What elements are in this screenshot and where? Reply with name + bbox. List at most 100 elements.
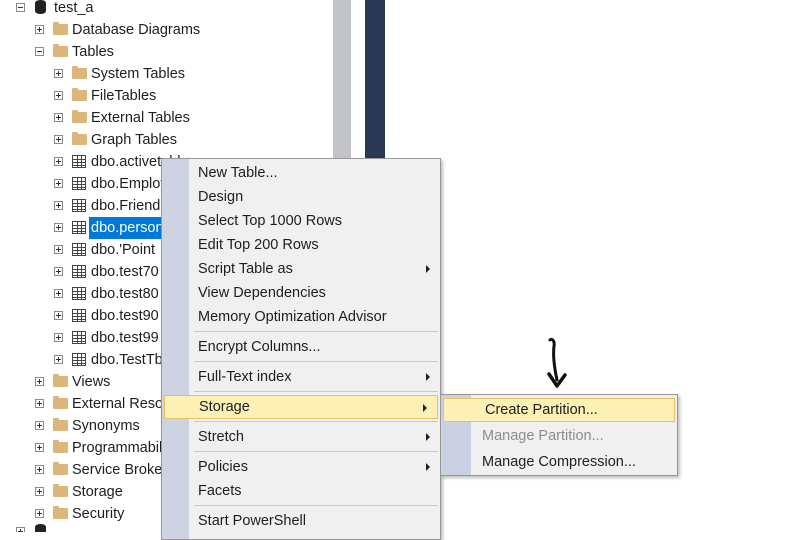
menu-item-label: Facets — [198, 483, 242, 499]
submenu-item-manage-compression[interactable]: Manage Compression... — [441, 450, 677, 474]
menu-separator — [194, 451, 438, 452]
folder-icon — [72, 132, 87, 145]
folder-icon — [53, 462, 68, 475]
expand-icon[interactable] — [35, 465, 44, 474]
expand-icon[interactable] — [35, 399, 44, 408]
collapse-icon[interactable] — [16, 3, 25, 12]
tree-node-database[interactable]: test_a — [0, 0, 330, 19]
expand-icon[interactable] — [16, 527, 25, 532]
folder-icon — [53, 440, 68, 453]
folder-icon — [53, 418, 68, 431]
folder-icon — [72, 66, 87, 79]
table-icon — [72, 155, 86, 168]
menu-item-script-table-as[interactable]: Script Table as — [162, 257, 440, 281]
tree-node-label: System Tables — [91, 66, 186, 82]
expand-icon[interactable] — [35, 421, 44, 430]
database-icon — [35, 0, 46, 14]
submenu-item-create-partition[interactable]: Create Partition... — [443, 398, 675, 422]
expand-icon[interactable] — [35, 25, 44, 34]
expand-icon[interactable] — [35, 487, 44, 496]
menu-separator — [194, 331, 438, 332]
tree-node-label: Tables — [72, 44, 114, 60]
submenu-item-manage-partition: Manage Partition... — [441, 424, 677, 448]
tree-node-system-tables[interactable]: System Tables — [0, 63, 330, 85]
expand-icon[interactable] — [35, 443, 44, 452]
table-icon — [72, 331, 86, 344]
menu-item-view-dependencies[interactable]: View Dependencies — [162, 281, 440, 305]
tree-node-label: dbo.test90 — [91, 308, 159, 324]
expand-icon[interactable] — [35, 377, 44, 386]
storage-submenu: Create Partition... Manage Partition... Ma… — [440, 394, 678, 476]
menu-item-label: Stretch — [198, 429, 244, 445]
tree-node-filetables[interactable]: FileTables — [0, 85, 330, 107]
menu-separator — [194, 361, 438, 362]
expand-icon[interactable] — [54, 245, 63, 254]
menu-item-storage[interactable]: Storage — [164, 395, 438, 419]
submenu-arrow-icon — [423, 404, 427, 412]
tree-node-label: dbo.test99 — [91, 330, 159, 346]
submenu-item-label: Manage Partition... — [482, 428, 604, 444]
tree-node-label: Synonyms — [72, 418, 140, 434]
table-icon — [72, 177, 86, 190]
tree-node-tables[interactable]: Tables — [0, 41, 330, 63]
submenu-item-label: Manage Compression... — [482, 454, 636, 470]
submenu-arrow-icon — [426, 265, 430, 273]
tree-scrollbar-thumb[interactable] — [333, 0, 351, 160]
table-icon — [72, 353, 86, 366]
tree-node-label: dbo.TestTbl — [91, 352, 166, 368]
expand-icon[interactable] — [54, 69, 63, 78]
expand-icon[interactable] — [54, 157, 63, 166]
folder-icon — [53, 506, 68, 519]
menu-item-label: Start PowerShell — [198, 513, 306, 529]
menu-item-policies[interactable]: Policies — [162, 455, 440, 479]
menu-item-facets[interactable]: Facets — [162, 479, 440, 503]
menu-item-select-top-1000-rows[interactable]: Select Top 1000 Rows — [162, 209, 440, 233]
tree-node-label: dbo.Friends — [91, 198, 168, 214]
expand-icon[interactable] — [35, 509, 44, 518]
tree-node-label: dbo.'Point — [91, 242, 156, 258]
folder-icon — [53, 396, 68, 409]
expand-icon[interactable] — [54, 135, 63, 144]
menu-item-label: Select Top 1000 Rows — [198, 213, 343, 229]
expand-icon[interactable] — [54, 289, 63, 298]
menu-item-new-table[interactable]: New Table... — [162, 161, 440, 185]
expand-icon[interactable] — [54, 201, 63, 210]
tree-node-label: FileTables — [91, 88, 157, 104]
menu-item-stretch[interactable]: Stretch — [162, 425, 440, 449]
tree-node-label: Views — [72, 374, 111, 390]
tree-node-graph-tables[interactable]: Graph Tables — [0, 129, 330, 151]
tree-node-external-tables[interactable]: External Tables — [0, 107, 330, 129]
collapse-icon[interactable] — [35, 47, 44, 56]
folder-icon — [72, 88, 87, 101]
menu-item-memory-optimization-advisor[interactable]: Memory Optimization Advisor — [162, 305, 440, 329]
menu-item-edit-top-200-rows[interactable]: Edit Top 200 Rows — [162, 233, 440, 257]
expand-icon[interactable] — [54, 223, 63, 232]
tree-node-database-diagrams[interactable]: Database Diagrams — [0, 19, 330, 41]
menu-item-label: Encrypt Columns... — [198, 339, 321, 355]
annotation-arrow: 1 — [547, 337, 567, 388]
tree-node-label: dbo.test70 — [91, 264, 159, 280]
folder-icon — [53, 44, 68, 57]
tree-node-label: dbo.test80 — [91, 286, 159, 302]
menu-item-full-text-index[interactable]: Full-Text index — [162, 365, 440, 389]
expand-icon[interactable] — [54, 179, 63, 188]
folder-icon — [53, 374, 68, 387]
submenu-item-label: Create Partition... — [485, 402, 598, 418]
expand-icon[interactable] — [54, 333, 63, 342]
menu-separator — [194, 505, 438, 506]
expand-icon[interactable] — [54, 311, 63, 320]
tree-node-label: Storage — [72, 484, 123, 500]
submenu-arrow-icon — [426, 463, 430, 471]
table-icon — [72, 221, 86, 234]
menu-item-design[interactable]: Design — [162, 185, 440, 209]
menu-item-label: New Table... — [198, 165, 278, 181]
context-menu: New Table... Design Select Top 1000 Rows Ed… — [161, 158, 441, 540]
expand-icon[interactable] — [54, 113, 63, 122]
menu-item-label: Storage — [199, 399, 250, 415]
menu-item-encrypt-columns[interactable]: Encrypt Columns... — [162, 335, 440, 359]
expand-icon[interactable] — [54, 267, 63, 276]
menu-item-label: Memory Optimization Advisor — [198, 309, 387, 325]
menu-item-start-powershell[interactable]: Start PowerShell — [162, 509, 440, 533]
expand-icon[interactable] — [54, 355, 63, 364]
expand-icon[interactable] — [54, 91, 63, 100]
